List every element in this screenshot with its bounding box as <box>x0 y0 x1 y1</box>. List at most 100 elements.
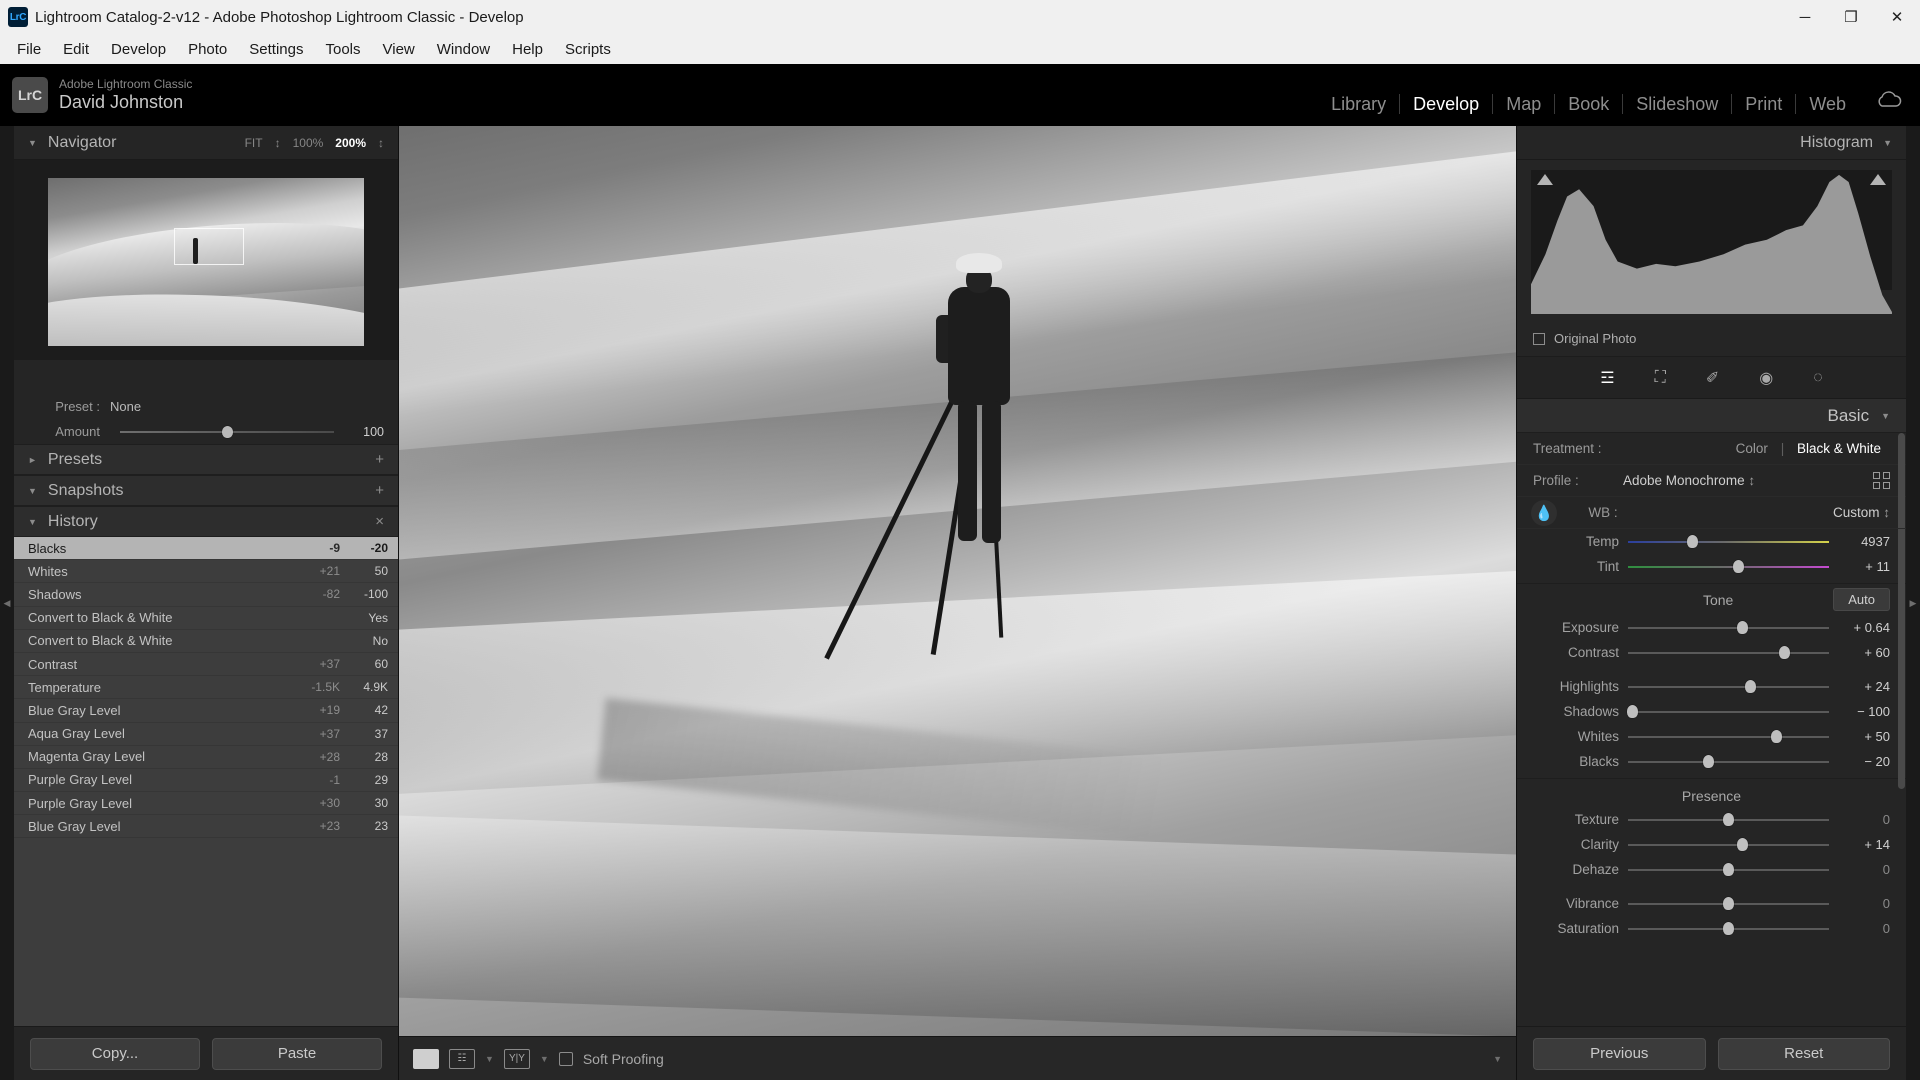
slider-track[interactable] <box>1628 813 1829 826</box>
copy-button[interactable]: Copy... <box>30 1038 200 1070</box>
soft-proofing-checkbox[interactable] <box>559 1052 573 1066</box>
history-row[interactable]: Purple Gray Level+3030 <box>14 792 398 815</box>
histogram-header[interactable]: Histogram ▼ <box>1517 126 1906 160</box>
slider-value[interactable]: + 14 <box>1838 837 1890 852</box>
slider-track[interactable] <box>1628 680 1829 693</box>
slider-track[interactable] <box>1628 922 1829 935</box>
menu-window[interactable]: Window <box>426 37 501 62</box>
history-row[interactable]: Blacks-9-20 <box>14 537 398 560</box>
history-row[interactable]: Convert to Black & WhiteYes <box>14 607 398 630</box>
menu-edit[interactable]: Edit <box>52 37 100 62</box>
basic-panel-header[interactable]: Basic ▼ <box>1517 399 1906 433</box>
slider-value[interactable]: 0 <box>1838 812 1890 827</box>
menu-photo[interactable]: Photo <box>177 37 238 62</box>
slider-value[interactable]: 0 <box>1838 896 1890 911</box>
navigator-viewport-box[interactable] <box>174 228 244 265</box>
chevron-down-icon[interactable]: ▼ <box>28 138 37 148</box>
section-snapshots[interactable]: ▼Snapshots+ <box>14 475 398 506</box>
slider-track[interactable] <box>1628 646 1829 659</box>
paste-button[interactable]: Paste <box>212 1038 382 1070</box>
module-map[interactable]: Map <box>1493 94 1555 114</box>
slider-saturation[interactable]: Saturation0 <box>1517 916 1906 941</box>
right-panel-scrollbar[interactable] <box>1898 433 1905 789</box>
slider-whites[interactable]: Whites+ 50 <box>1517 724 1906 749</box>
identity-plate[interactable]: LrC Adobe Lightroom Classic David Johnst… <box>12 77 192 113</box>
slider-track[interactable] <box>1628 621 1829 634</box>
slider-track[interactable] <box>1628 897 1829 910</box>
chevron-down-icon[interactable]: ▼ <box>1883 138 1892 148</box>
preset-value[interactable]: None <box>110 399 141 414</box>
window-minimize-button[interactable]: ─ <box>1782 0 1828 34</box>
history-row[interactable]: Contrast+3760 <box>14 653 398 676</box>
image-canvas[interactable]: ✋ <box>399 126 1516 1036</box>
profile-browser-icon[interactable] <box>1873 472 1890 489</box>
navigator-zoom-100[interactable]: 100% <box>293 136 324 150</box>
slider-contrast[interactable]: Contrast+ 60 <box>1517 640 1906 665</box>
auto-tone-button[interactable]: Auto <box>1833 588 1890 611</box>
navigator-zoom-200[interactable]: 200% <box>335 136 366 150</box>
soft-proofing-label[interactable]: Soft Proofing <box>583 1051 664 1067</box>
slider-value[interactable]: + 11 <box>1838 559 1890 574</box>
treatment-bw-option[interactable]: Black & White <box>1788 441 1890 456</box>
slider-track[interactable] <box>1628 535 1829 548</box>
history-row[interactable]: Shadows-82-100 <box>14 583 398 606</box>
slider-shadows[interactable]: Shadows− 100 <box>1517 699 1906 724</box>
amount-slider[interactable] <box>120 426 334 438</box>
loupe-view-icon[interactable] <box>413 1049 439 1069</box>
section-action-button[interactable]: + <box>375 482 384 499</box>
window-maximize-button[interactable]: ❐ <box>1828 0 1874 34</box>
profile-stepper-icon[interactable]: ↕ <box>1748 473 1755 488</box>
slider-track[interactable] <box>1628 863 1829 876</box>
slider-value[interactable]: − 100 <box>1838 704 1890 719</box>
module-slideshow[interactable]: Slideshow <box>1623 94 1732 114</box>
right-panel-collapse-handle[interactable]: ▶ <box>1906 126 1920 1080</box>
reset-button[interactable]: Reset <box>1718 1038 1891 1070</box>
red-eye-icon[interactable]: ◉ <box>1759 368 1773 388</box>
chevron-down-icon[interactable]: ▼ <box>28 517 37 527</box>
slider-value[interactable]: 0 <box>1838 862 1890 877</box>
slider-temp[interactable]: Temp4937 <box>1517 529 1906 554</box>
menu-help[interactable]: Help <box>501 37 554 62</box>
original-photo-checkbox[interactable] <box>1533 333 1545 345</box>
slider-value[interactable]: + 50 <box>1838 729 1890 744</box>
histogram-graph[interactable] <box>1531 170 1892 290</box>
fit-stepper-icon[interactable]: ↕ <box>275 136 281 150</box>
navigator-zoom-fit[interactable]: FIT <box>245 136 263 150</box>
slider-track[interactable] <box>1628 560 1829 573</box>
chevron-down-icon[interactable]: ▼ <box>28 486 37 496</box>
history-row[interactable]: Magenta Gray Level+2828 <box>14 746 398 769</box>
menu-view[interactable]: View <box>372 37 426 62</box>
survey-view-icon[interactable]: Y|Y <box>504 1049 530 1069</box>
slider-track[interactable] <box>1628 705 1829 718</box>
history-row[interactable]: Temperature-1.5K4.9K <box>14 676 398 699</box>
slider-vibrance[interactable]: Vibrance0 <box>1517 891 1906 916</box>
original-photo-row[interactable]: Original Photo <box>1517 325 1906 357</box>
survey-dropdown-icon[interactable]: ▼ <box>540 1054 549 1064</box>
wb-value[interactable]: Custom <box>1833 505 1880 520</box>
slider-value[interactable]: − 20 <box>1838 754 1890 769</box>
menu-develop[interactable]: Develop <box>100 37 177 62</box>
slider-value[interactable]: 4937 <box>1838 534 1890 549</box>
compare-dropdown-icon[interactable]: ▼ <box>485 1054 494 1064</box>
basic-adjust-icon[interactable]: ☲ <box>1600 368 1614 388</box>
module-book[interactable]: Book <box>1555 94 1623 114</box>
slider-clarity[interactable]: Clarity+ 14 <box>1517 832 1906 857</box>
history-row[interactable]: Convert to Black & WhiteNo <box>14 630 398 653</box>
section-presets[interactable]: ►Presets+ <box>14 444 398 475</box>
healing-brush-icon[interactable]: ✐ <box>1706 368 1719 388</box>
history-row[interactable]: Blue Gray Level+2323 <box>14 815 398 838</box>
slider-blacks[interactable]: Blacks− 20 <box>1517 749 1906 774</box>
slider-value[interactable]: 0 <box>1838 921 1890 936</box>
slider-texture[interactable]: Texture0 <box>1517 807 1906 832</box>
slider-value[interactable]: + 60 <box>1838 645 1890 660</box>
chevron-down-icon[interactable]: ▼ <box>1881 411 1890 421</box>
zoom-stepper-icon[interactable]: ↕ <box>378 136 384 150</box>
slider-exposure[interactable]: Exposure+ 0.64 <box>1517 615 1906 640</box>
history-row[interactable]: Blue Gray Level+1942 <box>14 699 398 722</box>
history-row[interactable]: Whites+2150 <box>14 560 398 583</box>
previous-button[interactable]: Previous <box>1533 1038 1706 1070</box>
module-develop[interactable]: Develop <box>1400 94 1493 114</box>
wb-stepper-icon[interactable]: ↕ <box>1883 505 1890 520</box>
history-row[interactable]: Aqua Gray Level+3737 <box>14 723 398 746</box>
left-panel-collapse-handle[interactable]: ◀ <box>0 126 14 1080</box>
